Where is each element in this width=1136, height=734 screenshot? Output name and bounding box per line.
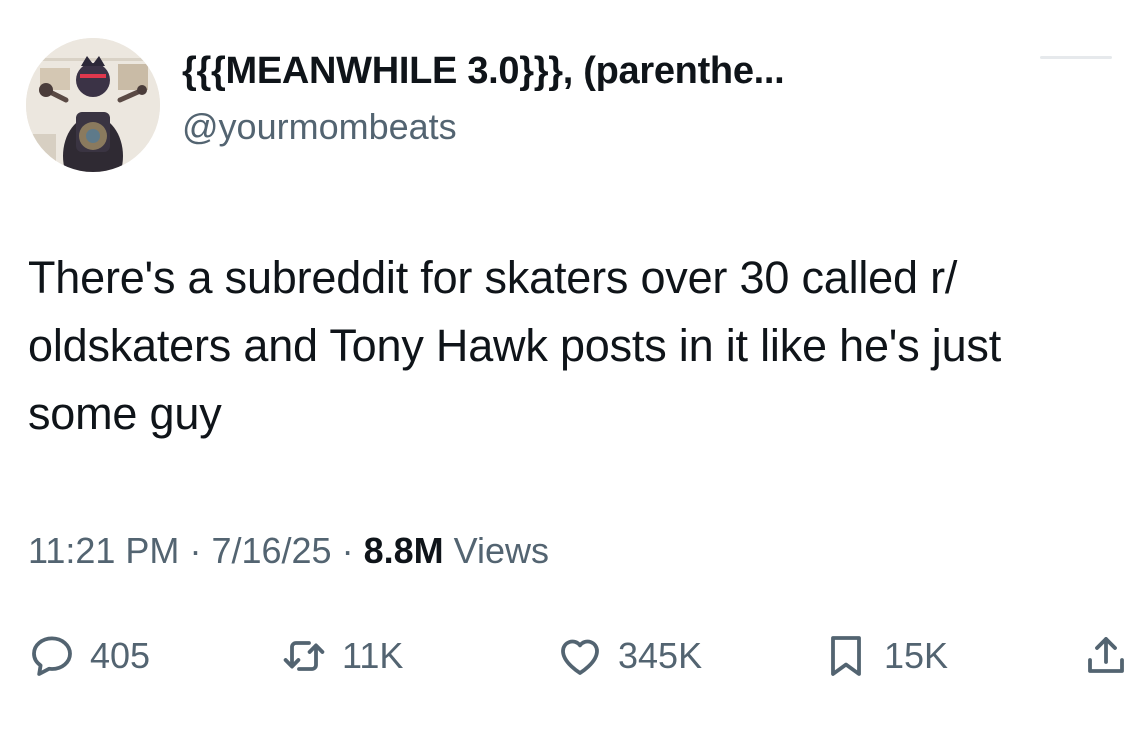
retweet-button[interactable]: 11K xyxy=(280,624,403,688)
tweet-text: There's a subreddit for skaters over 30 … xyxy=(28,252,1002,439)
bookmark-count: 15K xyxy=(884,635,949,676)
views-count: 8.8M xyxy=(363,530,444,571)
tweet-time[interactable]: 11:21 PM xyxy=(28,530,179,571)
corner-divider xyxy=(1040,56,1112,59)
display-name[interactable]: {{{MEANWHILE 3.0}}}, (parenthe... xyxy=(182,50,785,93)
heart-icon xyxy=(561,639,599,675)
share-icon xyxy=(1088,637,1124,673)
user-handle[interactable]: @yourmombeats xyxy=(182,106,457,148)
tweet-date[interactable]: 7/16/25 xyxy=(211,530,331,571)
views-label: Views xyxy=(453,530,550,571)
share-button[interactable] xyxy=(1082,624,1130,688)
like-count: 345K xyxy=(618,635,703,676)
meta-separator: · xyxy=(341,530,354,571)
bookmark-icon xyxy=(831,636,861,676)
avatar[interactable] xyxy=(26,38,160,172)
profile-photo-icon xyxy=(26,38,160,172)
like-button[interactable]: 345K xyxy=(556,624,702,688)
bookmark-button[interactable]: 15K xyxy=(822,624,948,688)
action-bar: 405 11K 345K 15K xyxy=(0,624,1136,694)
tweet-meta: 11:21 PM · 7/16/25 · 8.8M Views xyxy=(28,530,549,572)
retweet-icon xyxy=(283,641,325,671)
reply-icon xyxy=(32,636,72,676)
reply-button[interactable]: 405 xyxy=(28,624,150,688)
reply-count: 405 xyxy=(90,635,151,676)
meta-separator: · xyxy=(189,530,202,571)
retweet-count: 11K xyxy=(342,635,404,676)
